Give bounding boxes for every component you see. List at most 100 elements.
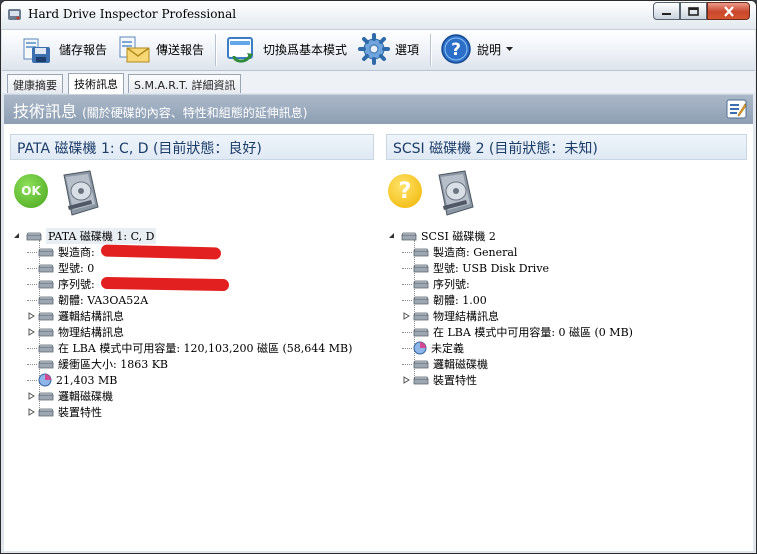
- tree-item-label: 型號: USB Disk Drive: [433, 262, 550, 275]
- banner-title-text: 技術訊息: [13, 102, 78, 121]
- expand-arrow-icon[interactable]: [27, 312, 37, 320]
- drive-icon: [38, 312, 54, 320]
- tree-hconn: [27, 299, 37, 301]
- title-bar[interactable]: Hard Drive Inspector Professional: [1, 1, 756, 30]
- tree-item-logical-structure[interactable]: 邏輯結構訊息: [27, 308, 124, 324]
- options-button[interactable]: 選項: [358, 32, 419, 66]
- tree-item-device-features[interactable]: 裝置特性: [27, 404, 102, 420]
- close-button[interactable]: [707, 2, 750, 20]
- right-info-tree: SCSI 磁碟機 2 製造商: General 型號: USB Disk Dri…: [388, 228, 748, 528]
- tree-item-model[interactable]: 型號: 0: [27, 260, 94, 276]
- tree-item-label: 邏輯磁碟機: [433, 358, 488, 371]
- save-report-button[interactable]: 儲存報告: [20, 32, 107, 66]
- expand-arrow-icon[interactable]: [13, 232, 21, 240]
- pie-chart-icon: [38, 373, 52, 387]
- expand-arrow-icon[interactable]: [388, 232, 396, 240]
- unknown-status-icon: ?: [388, 174, 422, 208]
- drive-icon: [26, 232, 42, 240]
- tree-hconn: [27, 379, 37, 381]
- tree-hconn: [402, 299, 412, 301]
- ok-status-text: OK: [21, 184, 41, 198]
- tab-smart-details[interactable]: S.M.A.R.T. 詳細資訊: [128, 74, 242, 93]
- tree-item-buffer-size[interactable]: 緩衝區大小: 1863 KB: [27, 356, 168, 372]
- tree-item-label: 在 LBA 模式中可用容量: 120,103,200 磁區 (58,644 MB…: [58, 342, 353, 355]
- tree-hconn: [27, 363, 37, 365]
- drive-icon: [38, 280, 54, 288]
- redaction-mark: [100, 244, 222, 260]
- tree-hconn: [27, 267, 37, 269]
- notes-icon[interactable]: [726, 99, 747, 119]
- drive-icon: [401, 232, 417, 240]
- tab-technical-info[interactable]: 技術訊息: [68, 73, 124, 94]
- gear-icon: [358, 33, 390, 65]
- send-report-label: 傳送報告: [156, 42, 205, 57]
- section-banner: 技術訊息 (關於硬碟的內容、特性和組態的延伸訊息): [4, 94, 753, 124]
- tree-item-disk-size[interactable]: 21,403 MB: [27, 372, 117, 388]
- tree-item-label: 序列號:: [433, 278, 470, 291]
- dropdown-arrow-icon: [506, 46, 514, 51]
- tree-root-right[interactable]: SCSI 磁碟機 2: [388, 228, 496, 244]
- minimize-button[interactable]: [653, 2, 680, 20]
- switch-basic-mode-button[interactable]: 切換爲基本模式: [224, 32, 347, 66]
- tree-item-physical-structure[interactable]: 物理結構訊息: [27, 324, 124, 340]
- tree-root-label: SCSI 磁碟機 2: [421, 230, 496, 243]
- content-area: PATA 磁碟機 1: C, D (目前狀態：良好) OK PATA 磁碟機 1…: [4, 124, 753, 551]
- tree-item-logical-drives[interactable]: 邏輯磁碟機: [402, 356, 488, 372]
- left-info-tree: PATA 磁碟機 1: C, D 製造商: 型號: 0 序列號: 韌體: VA3…: [13, 228, 373, 528]
- tree-item-label: 裝置特性: [433, 374, 477, 387]
- tree-item-logical-drives[interactable]: 邏輯磁碟機: [27, 388, 113, 404]
- tree-item-label: 21,403 MB: [56, 373, 118, 387]
- left-drive-header: PATA 磁碟機 1: C, D (目前狀態：良好): [10, 134, 374, 160]
- help-button[interactable]: ? 說明: [440, 32, 514, 66]
- floppy-disk-icon: [23, 38, 50, 63]
- right-drive-header: SCSI 磁碟機 2 (目前狀態：未知): [386, 134, 747, 160]
- pie-chart-icon: [413, 341, 427, 355]
- drive-icon: [38, 392, 54, 400]
- tree-item-serial[interactable]: 序列號:: [27, 276, 95, 292]
- expand-arrow-icon[interactable]: [402, 376, 412, 384]
- maximize-button[interactable]: [680, 2, 707, 20]
- tree-item-model[interactable]: 型號: USB Disk Drive: [402, 260, 549, 276]
- tree-item-label: 型號: 0: [58, 262, 95, 275]
- drive-icon: [413, 296, 429, 304]
- tree-item-lba-capacity[interactable]: 在 LBA 模式中可用容量: 120,103,200 磁區 (58,644 MB…: [27, 340, 352, 356]
- expand-arrow-icon[interactable]: [27, 392, 37, 400]
- drive-icon: [38, 296, 54, 304]
- expand-arrow-icon[interactable]: [27, 408, 37, 416]
- tree-item-label: 裝置特性: [58, 406, 102, 419]
- tree-item-firmware[interactable]: 韌體: VA3OA52A: [27, 292, 148, 308]
- tree-item-manufacturer[interactable]: 製造商:: [27, 244, 95, 260]
- drive-icon: [413, 248, 429, 256]
- drive-icon: [413, 280, 429, 288]
- tree-root-left[interactable]: PATA 磁碟機 1: C, D: [13, 228, 157, 244]
- save-report-label: 儲存報告: [59, 42, 108, 57]
- expand-arrow-icon[interactable]: [27, 328, 37, 336]
- tree-item-label: 邏輯結構訊息: [58, 310, 124, 323]
- window-controls: [653, 2, 750, 21]
- tree-item-label: 序列號:: [58, 278, 95, 291]
- drive-icon: [413, 328, 429, 336]
- drive-icon: [413, 360, 429, 368]
- tree-item-manufacturer[interactable]: 製造商: General: [402, 244, 517, 260]
- banner-title: 技術訊息 (關於硬碟的內容、特性和組態的延伸訊息): [13, 98, 307, 122]
- send-report-button[interactable]: 傳送報告: [117, 32, 204, 66]
- app-window: Hard Drive Inspector Professional 儲存報告 傳…: [0, 0, 757, 554]
- expand-arrow-icon[interactable]: [402, 312, 412, 320]
- tree-item-physical-structure[interactable]: 物理結構訊息: [402, 308, 499, 324]
- toolbar-separator: [430, 34, 431, 66]
- tree-item-device-features[interactable]: 裝置特性: [402, 372, 477, 388]
- tree-item-label: 物理結構訊息: [433, 310, 499, 323]
- minimize-icon: [662, 12, 671, 15]
- window-title: Hard Drive Inspector Professional: [28, 7, 237, 21]
- toolbar: 儲存報告 傳送報告 切換爲基本模式 選項 ? 說明: [2, 30, 755, 71]
- tree-item-lba-capacity[interactable]: 在 LBA 模式中可用容量: 0 磁區 (0 MB): [402, 324, 633, 340]
- hard-drive-icon: [63, 170, 99, 216]
- tree-item-undefined[interactable]: 未定義: [402, 340, 464, 356]
- tree-item-firmware[interactable]: 韌體: 1.00: [402, 292, 487, 308]
- drive-icon: [413, 376, 429, 384]
- drive-icon: [413, 264, 429, 272]
- tree-item-serial[interactable]: 序列號:: [402, 276, 470, 292]
- tree-hconn: [27, 283, 37, 285]
- tree-item-label: 未定義: [431, 342, 464, 355]
- tab-health-summary[interactable]: 健康摘要: [7, 74, 63, 93]
